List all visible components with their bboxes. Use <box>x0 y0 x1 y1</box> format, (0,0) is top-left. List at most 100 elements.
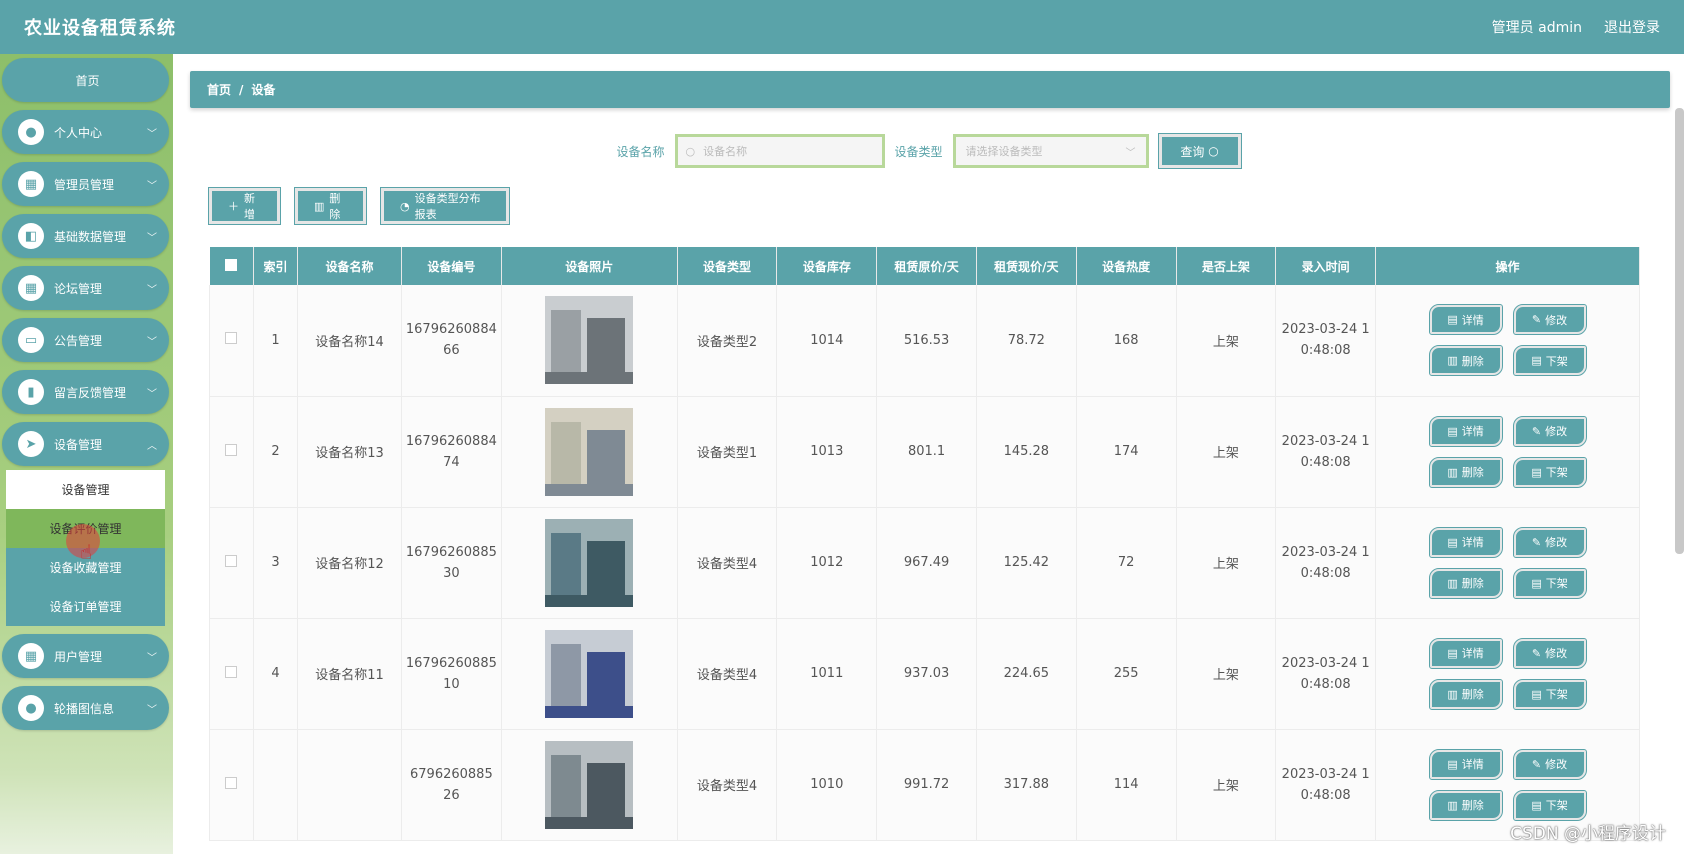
send-icon: ➤ <box>18 431 44 457</box>
report-button[interactable]: ◔ 设备类型分布报表 <box>380 187 510 225</box>
sidebar-item-feedback[interactable]: ▮ 留言反馈管理 ﹀ <box>2 370 169 414</box>
equipment-photo[interactable] <box>545 407 634 496</box>
delete-button[interactable]: ▥ 删除 <box>1428 678 1503 710</box>
query-button[interactable]: 查询 ○ <box>1157 133 1242 169</box>
col-header: 设备库存 <box>776 247 878 285</box>
cell-code: 6796260885 26 <box>401 729 502 841</box>
sidebar-item-label: 留言反馈管理 <box>54 385 127 400</box>
sidebar-item-home[interactable]: 首页 <box>2 58 169 102</box>
cell-heat: 174 <box>1076 396 1177 508</box>
detail-button[interactable]: ▤ 详情 <box>1428 415 1503 447</box>
bar-chart-icon: ▮ <box>18 379 44 405</box>
unlist-button[interactable]: ▤ 下架 <box>1512 567 1587 599</box>
sidebar-item-forum[interactable]: ▦ 论坛管理 ﹀ <box>2 266 169 310</box>
grid-icon: ▦ <box>18 171 44 197</box>
name-search-input[interactable]: ○ 设备名称 <box>674 134 885 168</box>
cell-listed: 上架 <box>1176 729 1277 841</box>
cell-name: 设备名称12 <box>297 507 402 619</box>
unlist-button[interactable]: ▤ 下架 <box>1512 678 1587 710</box>
unlist-label: 下架 <box>1545 688 1568 701</box>
user-label[interactable]: 管理员 admin <box>1492 17 1582 37</box>
unlist-label: 下架 <box>1545 466 1568 479</box>
detail-label: 详情 <box>1461 647 1484 660</box>
cell-current-price: 145.28 <box>976 396 1077 508</box>
pencil-icon: ✎ <box>1531 646 1542 660</box>
cell-time: 2023-03-24 1 0:48:08 <box>1275 285 1377 397</box>
sidebar: 首页 ● 个人中心 ﹀ ▦ 管理员管理 ﹀ ◧ 基础数据管理 ﹀ ▦ 论坛管理 … <box>0 54 173 854</box>
edit-button[interactable]: ✎ 修改 <box>1512 748 1587 780</box>
edit-button[interactable]: ✎ 修改 <box>1512 526 1587 558</box>
delete-label: 删除 <box>1461 799 1484 812</box>
bulk-delete-button[interactable]: ▥ 删除 <box>294 187 367 225</box>
logout-button[interactable]: 退出登录 <box>1604 17 1660 37</box>
edit-button[interactable]: ✎ 修改 <box>1512 415 1587 447</box>
edit-button[interactable]: ✎ 修改 <box>1512 304 1587 336</box>
cell-index: 3 <box>253 507 298 619</box>
row-checkbox[interactable] <box>209 285 254 397</box>
cell-photo <box>501 396 678 508</box>
submenu-item-order[interactable]: 设备订单管理 <box>6 587 165 626</box>
breadcrumb-home[interactable]: 首页 <box>207 81 231 98</box>
unlist-button[interactable]: ▤ 下架 <box>1512 345 1587 377</box>
equipment-photo[interactable] <box>545 296 634 385</box>
equipment-photo[interactable] <box>545 629 634 718</box>
edit-label: 修改 <box>1545 758 1568 771</box>
sidebar-item-equipment[interactable]: ➤ 设备管理 ︿ <box>2 422 169 466</box>
cell-code-line2: 10 <box>443 676 460 692</box>
table-row: 2 设备名称13 16796260884 74 设备类型1 1013 801.1 … <box>209 396 1640 508</box>
cell-code-line1: 16796260884 <box>405 322 497 338</box>
delete-button[interactable]: ▥ 删除 <box>1428 456 1503 488</box>
cell-time: 2023-03-24 1 0:48:08 <box>1275 396 1377 508</box>
cell-code-line1: 16796260885 <box>405 544 497 560</box>
chevron-down-icon: ﹀ <box>147 128 157 140</box>
cell-current-price: 317.88 <box>976 729 1077 841</box>
col-header: 是否上架 <box>1176 247 1277 285</box>
submenu-item-equipment[interactable]: 设备管理 <box>6 470 165 509</box>
action-row: ＋ 新增 ▥ 删除 ◔ 设备类型分布报表 <box>208 187 510 225</box>
type-select[interactable]: 请选择设备类型 ﹀ <box>952 134 1149 168</box>
detail-button[interactable]: ▤ 详情 <box>1428 748 1503 780</box>
cell-photo <box>501 285 678 397</box>
detail-button[interactable]: ▤ 详情 <box>1428 637 1503 669</box>
detail-button[interactable]: ▤ 详情 <box>1428 526 1503 558</box>
edit-button[interactable]: ✎ 修改 <box>1512 637 1587 669</box>
cell-listed: 上架 <box>1176 507 1277 619</box>
row-checkbox[interactable] <box>209 507 254 619</box>
breadcrumb-current: 设备 <box>251 83 276 97</box>
chevron-down-icon: ﹀ <box>147 388 157 400</box>
unlist-button[interactable]: ▤ 下架 <box>1512 456 1587 488</box>
sidebar-item-admin[interactable]: ▦ 管理员管理 ﹀ <box>2 162 169 206</box>
unlist-button[interactable]: ▤ 下架 <box>1512 789 1587 821</box>
equipment-photo[interactable] <box>545 518 634 607</box>
add-button-label: 新增 <box>244 192 255 221</box>
type-select-placeholder: 请选择设备类型 <box>965 145 1043 158</box>
cell-code-line2: 74 <box>443 454 460 470</box>
cell-name <box>297 729 402 841</box>
row-checkbox[interactable] <box>209 396 254 508</box>
add-button[interactable]: ＋ 新增 <box>208 187 281 225</box>
row-checkbox[interactable] <box>209 618 254 730</box>
trash-icon: ▥ <box>1447 798 1458 812</box>
document-icon: ▤ <box>1531 687 1542 701</box>
cell-photo <box>501 618 678 730</box>
grid-icon: ▦ <box>18 275 44 301</box>
edit-label: 修改 <box>1545 536 1568 549</box>
delete-button[interactable]: ▥ 删除 <box>1428 345 1503 377</box>
cell-heat: 255 <box>1076 618 1177 730</box>
sidebar-item-notice[interactable]: ▭ 公告管理 ﹀ <box>2 318 169 362</box>
row-checkbox[interactable] <box>209 729 254 841</box>
sidebar-item-basedata[interactable]: ◧ 基础数据管理 ﹀ <box>2 214 169 258</box>
cell-orig-price: 801.1 <box>876 396 977 508</box>
vertical-scrollbar[interactable] <box>1675 108 1684 554</box>
watermark: CSDN @小程序设计 <box>1510 824 1666 844</box>
select-all-checkbox[interactable] <box>209 247 254 285</box>
equipment-photo[interactable] <box>545 740 634 829</box>
chevron-down-icon: ﹀ <box>147 704 157 716</box>
delete-button[interactable]: ▥ 删除 <box>1428 789 1503 821</box>
cell-code-line2: 26 <box>443 787 460 803</box>
sidebar-item-users[interactable]: ▦ 用户管理 ﹀ <box>2 634 169 678</box>
delete-button[interactable]: ▥ 删除 <box>1428 567 1503 599</box>
sidebar-item-carousel[interactable]: ● 轮播图信息 ﹀ <box>2 686 169 730</box>
detail-button[interactable]: ▤ 详情 <box>1428 304 1503 336</box>
sidebar-item-personal[interactable]: ● 个人中心 ﹀ <box>2 110 169 154</box>
